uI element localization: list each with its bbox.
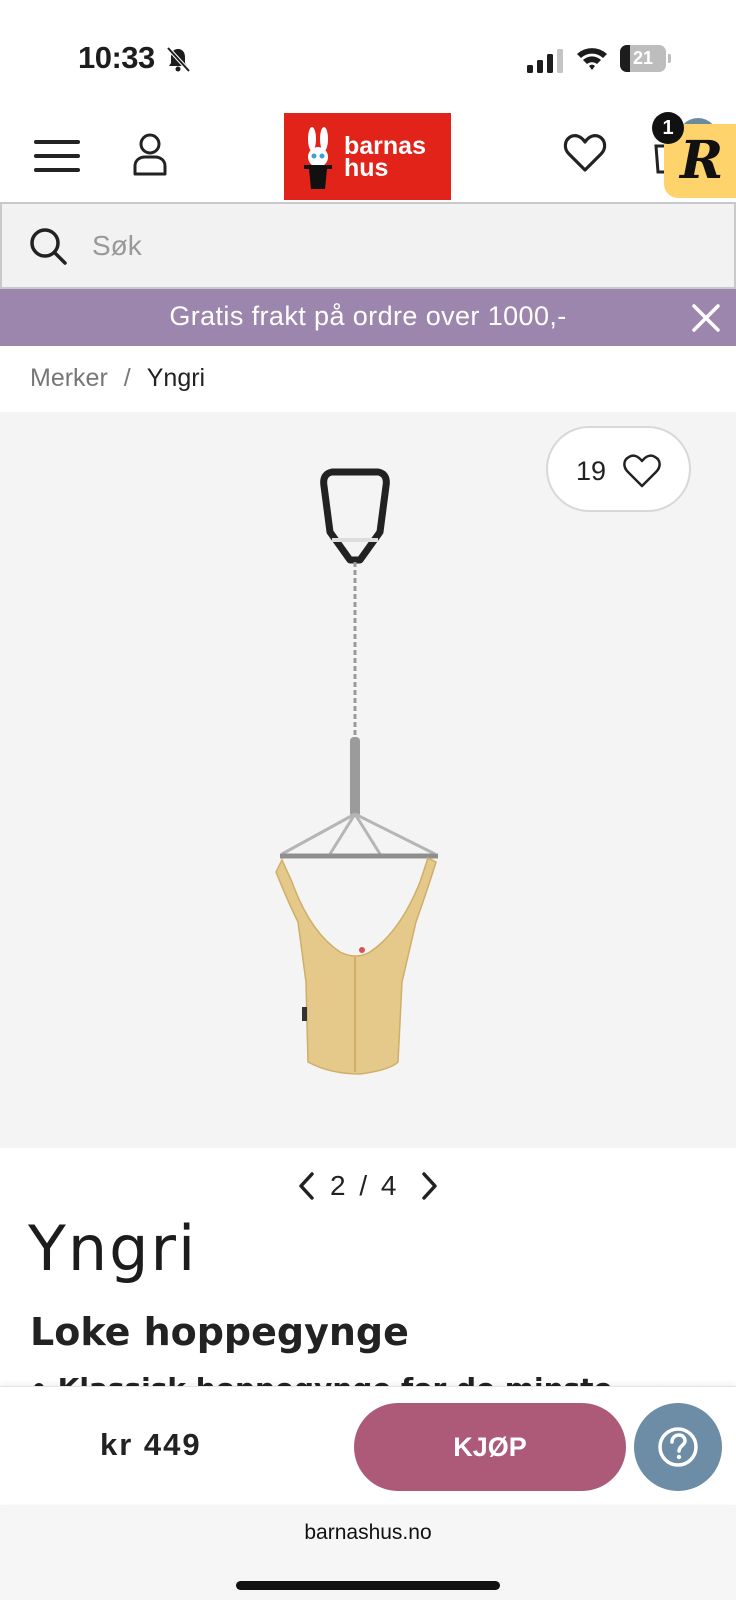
- pager-indicator: 2 / 4: [330, 1170, 397, 1201]
- brand-logo[interactable]: Yngri: [28, 1212, 238, 1288]
- chevron-left-icon[interactable]: [296, 1170, 318, 1202]
- breadcrumb-item-merker[interactable]: Merker: [30, 364, 108, 392]
- favorite-count: 19: [576, 456, 607, 486]
- browser-bar: barnashus.no: [0, 1505, 736, 1600]
- menu-icon[interactable]: [34, 138, 80, 174]
- cellular-signal-icon: [527, 49, 563, 73]
- logo-text-line2: hus: [344, 154, 389, 182]
- product-title: Loke hoppegynge: [30, 1310, 409, 1354]
- browser-url[interactable]: barnashus.no: [0, 1521, 736, 1545]
- heart-icon: [623, 454, 661, 488]
- battery-icon: 21: [620, 45, 671, 72]
- search-icon: [30, 228, 67, 265]
- chevron-right-icon[interactable]: [418, 1170, 440, 1202]
- help-button[interactable]: [634, 1403, 722, 1491]
- search-bar[interactable]: Søk: [0, 202, 736, 289]
- buy-bar: kr 449 KJØP: [0, 1386, 736, 1504]
- product-image: [275, 468, 438, 1075]
- favorite-button[interactable]: 19: [546, 426, 691, 512]
- buy-button[interactable]: KJØP: [354, 1403, 626, 1491]
- question-icon: [658, 1427, 698, 1467]
- wifi-icon: [577, 48, 607, 70]
- bell-muted-icon: [166, 46, 191, 73]
- gallery-pager: 2 / 4: [0, 1166, 736, 1206]
- status-time: 10:33: [78, 40, 155, 75]
- status-bar: 10:33 21: [0, 0, 736, 110]
- home-indicator: [236, 1581, 500, 1590]
- breadcrumb-item-yngri[interactable]: Yngri: [147, 364, 205, 392]
- close-icon[interactable]: [691, 303, 721, 333]
- breadcrumb: Merker / Yngri: [30, 364, 206, 392]
- promo-banner: Gratis frakt på ordre over 1000,-: [0, 289, 736, 346]
- cart-count-badge: 1: [652, 112, 684, 144]
- product-gallery[interactable]: 19: [0, 412, 736, 1148]
- site-logo[interactable]: barnas hus: [284, 113, 451, 200]
- product-price: kr 449: [100, 1427, 202, 1462]
- user-icon[interactable]: [132, 132, 168, 176]
- site-header: barnas hus 1 R: [0, 110, 736, 202]
- search-input[interactable]: Søk: [92, 230, 142, 262]
- brand-name: Yngri: [28, 1212, 198, 1285]
- battery-level: 21: [632, 48, 654, 68]
- heart-icon[interactable]: [563, 132, 607, 174]
- promo-text: Gratis frakt på ordre over 1000,-: [169, 301, 567, 331]
- bunny-hat-icon: [304, 127, 332, 189]
